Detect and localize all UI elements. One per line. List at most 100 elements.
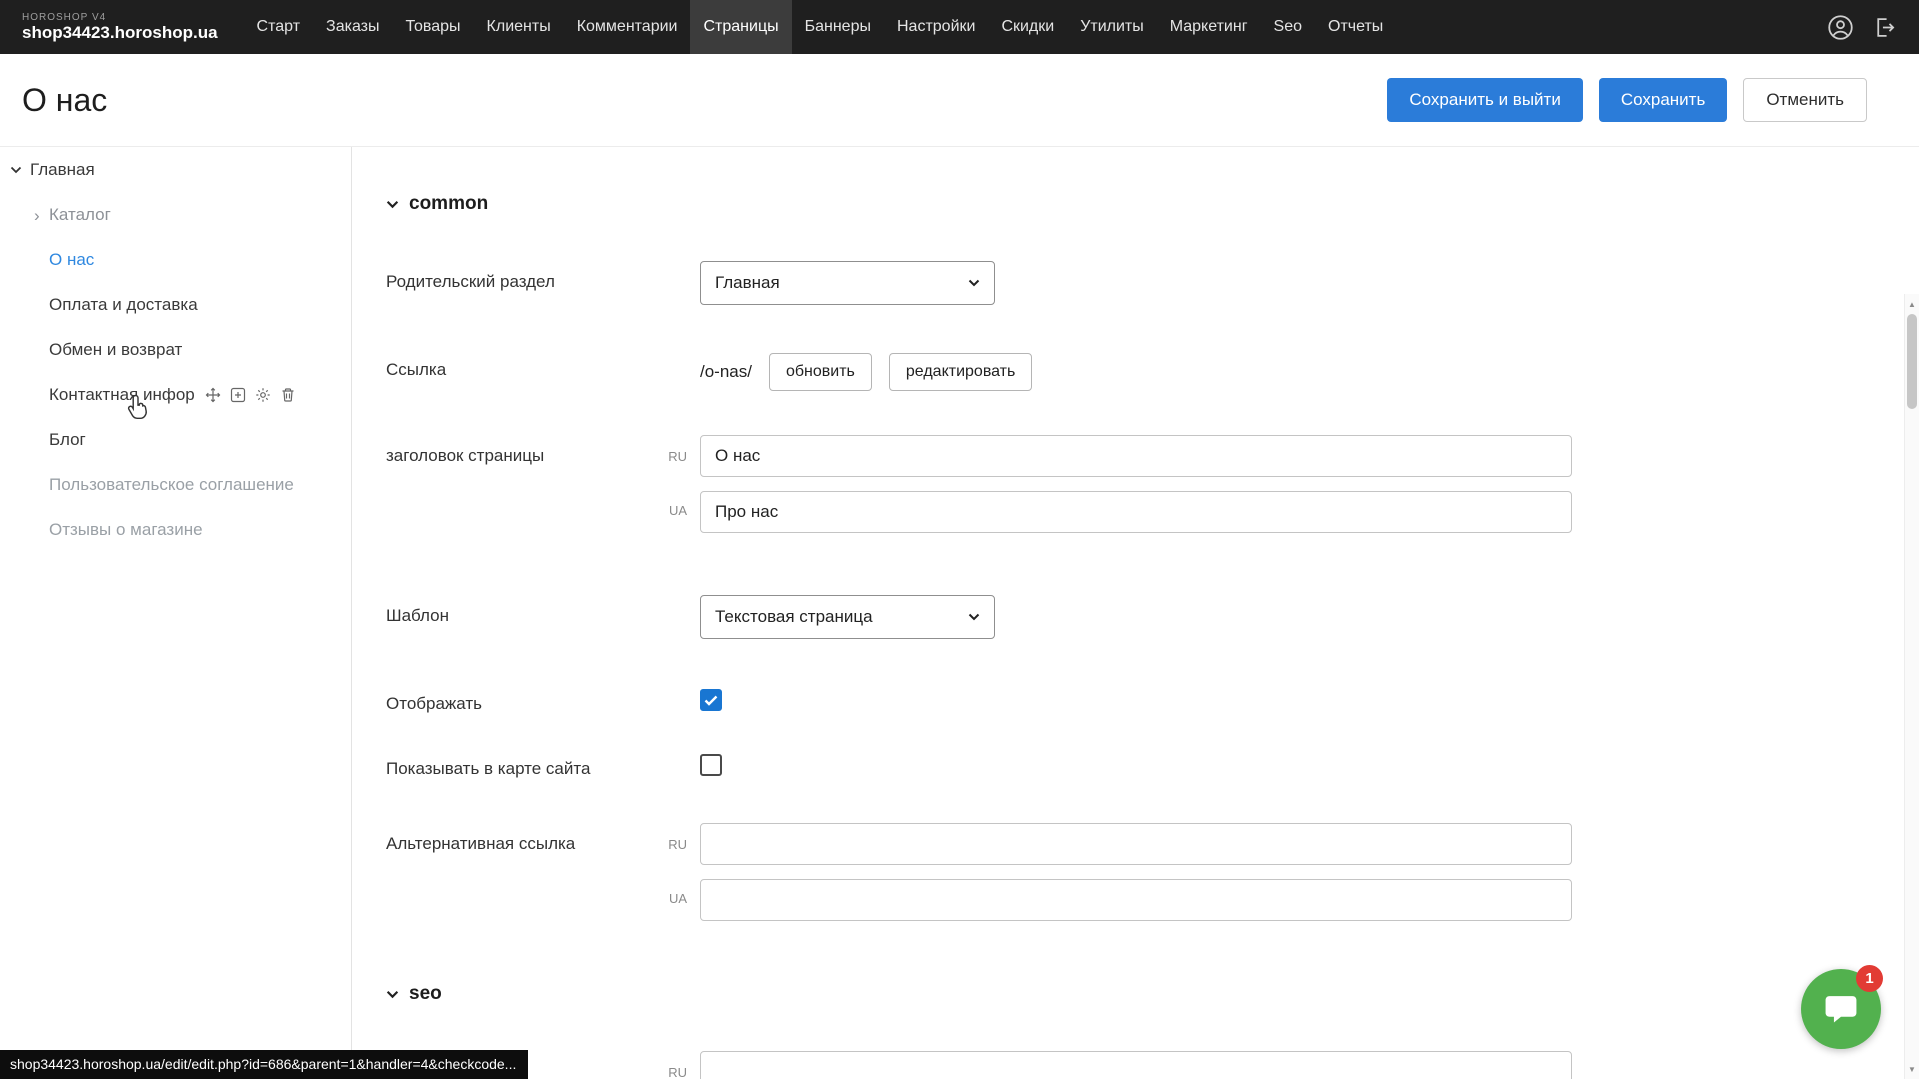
section-title: common xyxy=(409,193,488,215)
nav-orders[interactable]: Заказы xyxy=(313,0,392,54)
chevron-right-icon[interactable]: › xyxy=(34,206,40,226)
sidebar-item-label: Обмен и возврат xyxy=(49,340,182,360)
field-label: Альтернативная ссылка xyxy=(386,823,636,921)
nav-settings[interactable]: Настройки xyxy=(884,0,988,54)
nav-clients[interactable]: Клиенты xyxy=(474,0,564,54)
page-title: О нас xyxy=(0,82,107,119)
sidebar-item-exchange-return[interactable]: Обмен и возврат xyxy=(0,327,351,372)
field-label: Ссылка xyxy=(386,349,636,391)
nav-discounts[interactable]: Скидки xyxy=(988,0,1067,54)
logo-domain: shop34423.horoshop.ua xyxy=(22,24,218,42)
nav-banners[interactable]: Баннеры xyxy=(792,0,884,54)
field-alt-link: Альтернативная ссылка RU UA xyxy=(386,823,1904,921)
sidebar-item-label: Отзывы о магазине xyxy=(49,520,203,540)
scrollbar-thumb[interactable] xyxy=(1907,314,1917,409)
save-button[interactable]: Сохранить xyxy=(1599,78,1727,122)
nav-comments[interactable]: Комментарии xyxy=(564,0,691,54)
field-html-title: Html Title RU UA xyxy=(386,1051,1904,1079)
vertical-scrollbar[interactable]: ▲ ▼ xyxy=(1904,294,1919,1079)
nav-products[interactable]: Товары xyxy=(393,0,474,54)
header-actions: Сохранить и выйти Сохранить Отменить xyxy=(1387,78,1919,122)
field-label: заголовок страницы xyxy=(386,435,636,533)
sidebar-item-contact-info[interactable]: Контактная инфор xyxy=(0,372,351,417)
page-header: О нас Сохранить и выйти Сохранить Отмени… xyxy=(0,54,1919,147)
nav-utilities[interactable]: Утилиты xyxy=(1067,0,1157,54)
page-edit-form: common Родительский раздел Главная Ссылк… xyxy=(352,147,1904,1079)
section-common[interactable]: common xyxy=(386,193,1904,215)
field-sitemap: Показывать в карте сайта xyxy=(386,748,1904,779)
chevron-down-icon[interactable] xyxy=(10,166,22,174)
select-value: Главная xyxy=(715,273,780,293)
nav-marketing[interactable]: Маркетинг xyxy=(1157,0,1261,54)
field-label: Показывать в карте сайта xyxy=(386,748,636,779)
field-page-title: заголовок страницы RU UA xyxy=(386,435,1904,533)
item-action-icons xyxy=(205,387,296,403)
move-icon[interactable] xyxy=(205,387,221,403)
cancel-button[interactable]: Отменить xyxy=(1743,78,1867,122)
status-url-bar: shop34423.horoshop.ua/edit/edit.php?id=6… xyxy=(0,1050,528,1079)
nav-pages[interactable]: Страницы xyxy=(690,0,791,54)
sidebar-item-catalog[interactable]: › Каталог xyxy=(0,192,351,237)
page-title-ua-input[interactable] xyxy=(700,491,1572,533)
display-checkbox[interactable] xyxy=(700,689,722,711)
sidebar-item-label: Оплата и доставка xyxy=(49,295,198,315)
nav-reports[interactable]: Отчеты xyxy=(1315,0,1396,54)
template-select[interactable]: Текстовая страница xyxy=(700,595,995,639)
logout-icon[interactable] xyxy=(1872,15,1897,40)
scroll-down-arrow[interactable]: ▼ xyxy=(1905,1061,1919,1077)
chevron-down-icon xyxy=(968,613,980,621)
section-seo[interactable]: seo xyxy=(386,983,1904,1005)
topbar-right xyxy=(1827,14,1919,41)
alt-link-ua-input[interactable] xyxy=(700,879,1572,921)
sitemap-checkbox[interactable] xyxy=(700,754,722,776)
sidebar-item-about[interactable]: О нас xyxy=(0,237,351,282)
add-page-icon[interactable] xyxy=(230,387,246,403)
chevron-down-icon xyxy=(386,200,399,209)
body-wrap: Главная › Каталог О нас Оплата и доставк… xyxy=(0,147,1919,1079)
chat-widget-button[interactable]: 1 xyxy=(1801,969,1881,1049)
sidebar-item-blog[interactable]: Блог xyxy=(0,417,351,462)
refresh-link-button[interactable]: обновить xyxy=(769,353,872,391)
topbar: HOROSHOP V4 shop34423.horoshop.ua Старт … xyxy=(0,0,1919,54)
field-parent-section: Родительский раздел Главная xyxy=(386,261,1904,305)
field-template: Шаблон Текстовая страница xyxy=(386,595,1904,639)
edit-link-button[interactable]: редактировать xyxy=(889,353,1032,391)
user-account-icon[interactable] xyxy=(1827,14,1854,41)
sidebar-item-label: О нас xyxy=(49,250,94,270)
chat-bubble-icon xyxy=(1823,991,1859,1027)
sidebar-item-label: Блог xyxy=(49,430,86,450)
chevron-down-icon xyxy=(386,990,399,999)
sidebar-item-label: Каталог xyxy=(49,205,111,225)
pages-tree: Главная › Каталог О нас Оплата и доставк… xyxy=(0,147,351,552)
chat-unread-badge: 1 xyxy=(1856,965,1883,992)
logo[interactable]: HOROSHOP V4 shop34423.horoshop.ua xyxy=(0,12,244,42)
pages-tree-sidebar: Главная › Каталог О нас Оплата и доставк… xyxy=(0,147,352,1079)
link-path: /o-nas/ xyxy=(700,362,752,382)
html-title-ru-input[interactable] xyxy=(700,1051,1572,1079)
sidebar-item-label: Контактная инфор xyxy=(49,385,195,405)
field-label: Родительский раздел xyxy=(386,261,636,305)
chevron-down-icon xyxy=(968,279,980,287)
settings-gear-icon[interactable] xyxy=(255,387,271,403)
scroll-up-arrow[interactable]: ▲ xyxy=(1905,296,1919,312)
parent-section-select[interactable]: Главная xyxy=(700,261,995,305)
lang-badge-ua: UA xyxy=(636,879,700,921)
nav-start[interactable]: Старт xyxy=(244,0,313,54)
field-label: Отображать xyxy=(386,683,636,714)
nav-seo[interactable]: Seo xyxy=(1261,0,1315,54)
sidebar-item-store-reviews[interactable]: Отзывы о магазине xyxy=(0,507,351,552)
sidebar-item-home[interactable]: Главная xyxy=(0,147,351,192)
sidebar-item-payment-delivery[interactable]: Оплата и доставка xyxy=(0,282,351,327)
save-and-exit-button[interactable]: Сохранить и выйти xyxy=(1387,78,1582,122)
field-display: Отображать xyxy=(386,683,1904,714)
main-menu: Старт Заказы Товары Клиенты Комментарии … xyxy=(244,0,1397,54)
sidebar-item-label: Пользовательское соглашение xyxy=(49,475,294,495)
select-value: Текстовая страница xyxy=(715,607,873,627)
lang-badge-ru: RU xyxy=(636,1051,700,1079)
field-link: Ссылка /o-nas/ обновить редактировать xyxy=(386,349,1904,391)
page-title-ru-input[interactable] xyxy=(700,435,1572,477)
alt-link-ru-input[interactable] xyxy=(700,823,1572,865)
delete-trash-icon[interactable] xyxy=(280,387,296,403)
sidebar-item-label: Главная xyxy=(30,160,95,180)
sidebar-item-user-agreement[interactable]: Пользовательское соглашение xyxy=(0,462,351,507)
